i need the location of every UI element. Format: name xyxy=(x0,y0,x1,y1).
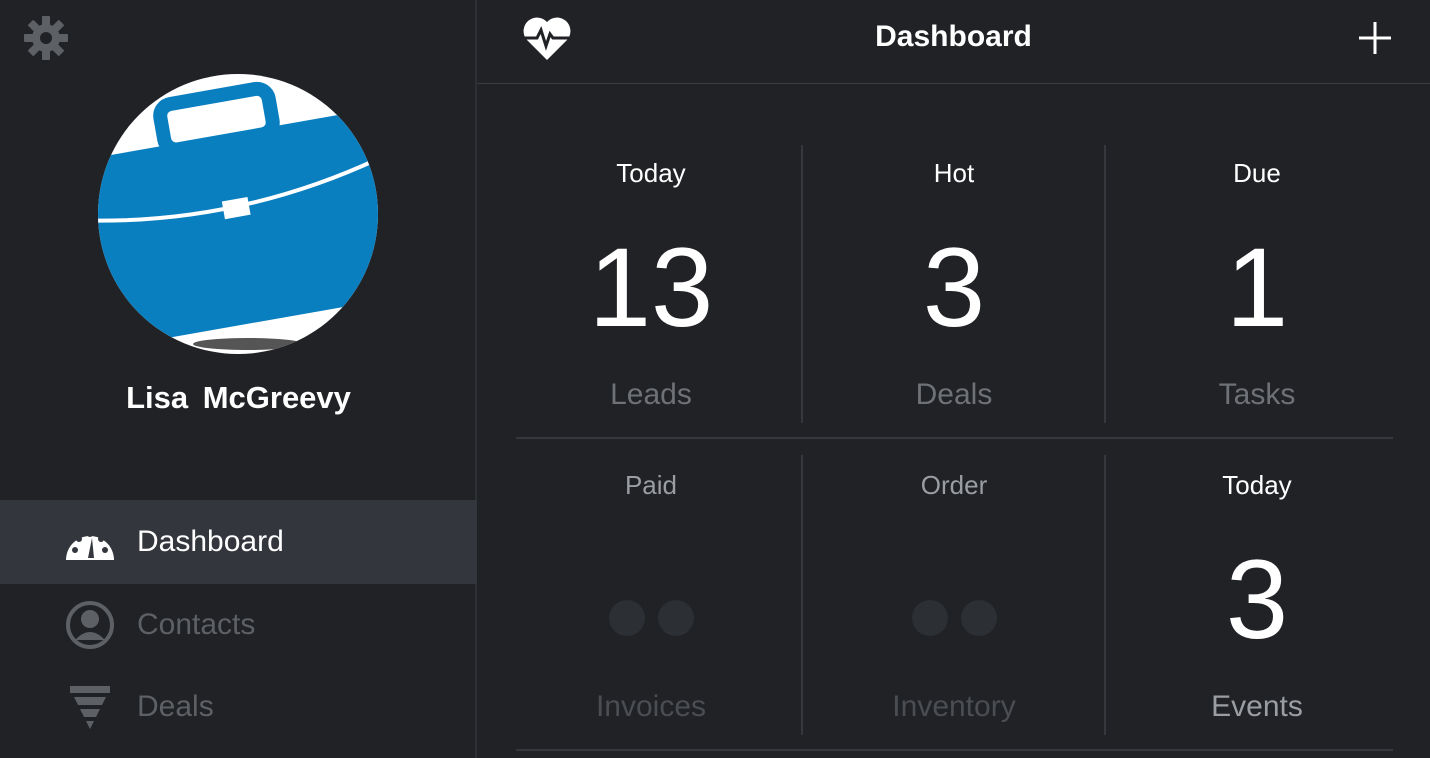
divider xyxy=(516,437,1393,439)
tile-caption: Today xyxy=(1222,470,1292,500)
tile-tasks[interactable]: Due 1 Tasks xyxy=(1106,158,1408,428)
user-name: Lisa McGreevy xyxy=(126,380,351,415)
speedometer-icon xyxy=(64,516,116,568)
avatar[interactable] xyxy=(98,74,378,354)
sidebar-item-label: Deals xyxy=(137,690,214,723)
tile-caption: Today xyxy=(616,158,686,188)
tile-events[interactable]: Today 3 Events xyxy=(1106,470,1408,740)
divider xyxy=(516,749,1393,751)
briefcase-icon xyxy=(98,81,378,350)
sidebar-item-label: Dashboard xyxy=(137,525,284,558)
user-circle-icon xyxy=(64,599,116,651)
tile-label: Events xyxy=(1211,690,1303,723)
tile-caption: Order xyxy=(920,470,988,500)
sidebar-item-deals[interactable]: Deals xyxy=(0,665,477,749)
tile-label: Leads xyxy=(610,378,692,411)
tile-label: Inventory xyxy=(892,690,1016,723)
plus-icon[interactable] xyxy=(1357,20,1393,56)
tile-caption: Hot xyxy=(933,158,975,188)
tile-label: Tasks xyxy=(1218,378,1296,411)
tile-value: 1 xyxy=(1225,225,1289,350)
tile-caption: Paid xyxy=(624,470,678,500)
header-bar: Dashboard xyxy=(477,0,1430,84)
tile-leads[interactable]: Today 13 Leads xyxy=(500,158,802,428)
sidebar-item-label: Contacts xyxy=(137,608,256,641)
tile-caption: Due xyxy=(1233,158,1281,188)
loading-indicator xyxy=(500,600,802,636)
tile-value: 13 xyxy=(588,225,714,350)
loading-dot xyxy=(960,600,997,636)
gear-icon[interactable] xyxy=(22,14,70,62)
loading-indicator xyxy=(803,600,1105,636)
loading-dot xyxy=(608,600,645,636)
tile-label: Invoices xyxy=(595,690,707,723)
sidebar-item-dashboard[interactable]: Dashboard xyxy=(0,500,477,584)
tile-value: 3 xyxy=(922,225,986,350)
page-title: Dashboard xyxy=(875,20,1032,53)
tile-value: 3 xyxy=(1225,537,1289,662)
tile-label: Deals xyxy=(915,378,993,411)
loading-dot xyxy=(911,600,948,636)
funnel-icon xyxy=(64,681,116,733)
tile-invoices[interactable]: Paid Invoices xyxy=(500,470,802,740)
sidebar-item-contacts[interactable]: Contacts xyxy=(0,583,477,667)
tile-deals[interactable]: Hot 3 Deals xyxy=(803,158,1105,428)
tile-inventory[interactable]: Order Inventory xyxy=(803,470,1105,740)
loading-dot xyxy=(657,600,694,636)
sidebar: Lisa McGreevy Dashboard Contacts Deals xyxy=(0,0,477,758)
